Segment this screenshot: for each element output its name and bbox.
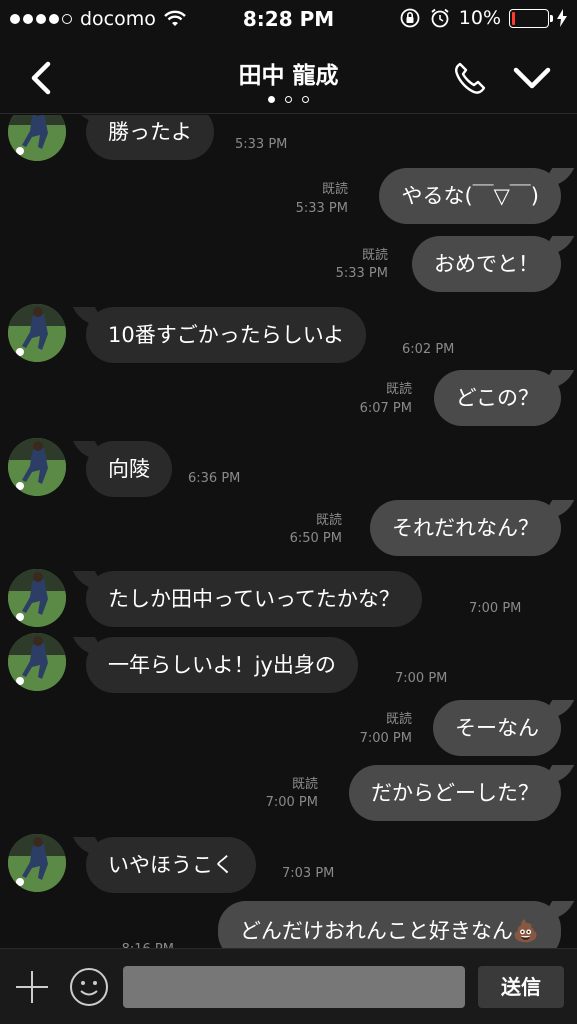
charging-bolt-icon xyxy=(557,9,567,27)
message-time: 7:03 PM xyxy=(282,866,335,881)
message-bubble[interactable]: だからどーした？ xyxy=(349,765,561,821)
message-bubble[interactable]: たしか田中っていってたかな？ xyxy=(86,571,422,627)
contact-name[interactable]: 田中 龍成 xyxy=(0,56,577,90)
read-receipt: 既読 xyxy=(315,513,342,528)
message-time: 6:50 PM xyxy=(289,531,342,546)
read-receipt: 既読 xyxy=(361,248,388,263)
read-receipt: 既読 xyxy=(385,382,412,397)
phone-icon[interactable] xyxy=(450,58,490,98)
message-bubble[interactable]: 一年らしいよ！jy出身の xyxy=(86,637,358,693)
send-button[interactable]: 送信 xyxy=(478,966,564,1008)
avatar[interactable] xyxy=(8,834,66,892)
page-dot xyxy=(268,96,275,103)
message-input[interactable] xyxy=(123,966,465,1008)
read-receipt: 既読 xyxy=(291,777,318,792)
message-bubble[interactable]: 勝ったよ xyxy=(86,115,214,160)
orientation-lock-icon xyxy=(400,8,420,28)
message-time: 5:33 PM xyxy=(335,266,388,281)
message-bubble[interactable]: それだれなん？ xyxy=(370,500,561,556)
page-indicator xyxy=(0,96,577,103)
plus-icon[interactable] xyxy=(14,969,50,1005)
message-bubble[interactable]: やるな(￣▽￣) xyxy=(379,168,561,224)
message-list[interactable]: 勝ったよ 5:33 PM やるな(￣▽￣) 既読 5:33 PM おめでと！ 既… xyxy=(0,115,577,948)
message-bubble[interactable]: おめでと！ xyxy=(412,236,561,292)
battery-fill xyxy=(512,11,515,25)
read-receipt: 既読 xyxy=(321,182,348,197)
message-time: 8:16 PM xyxy=(106,940,174,948)
message-time: 6:07 PM xyxy=(359,401,412,416)
page-dot xyxy=(285,96,292,103)
alarm-icon xyxy=(431,8,449,28)
battery-icon xyxy=(509,8,553,28)
emoji-icon[interactable] xyxy=(69,967,109,1007)
avatar[interactable] xyxy=(8,304,66,362)
message-time: 5:33 PM xyxy=(295,201,348,216)
message-time: 7:00 PM xyxy=(395,671,448,686)
avatar[interactable] xyxy=(8,633,66,691)
message-bubble[interactable]: どこの？ xyxy=(433,370,561,426)
message-bubble[interactable]: いやほうこく xyxy=(86,837,256,893)
avatar[interactable] xyxy=(8,438,66,496)
message-time: 6:02 PM xyxy=(402,342,455,357)
status-bar: docomo 8:28 PM 10% xyxy=(0,0,577,38)
chevron-down-icon[interactable] xyxy=(512,60,552,96)
message-bubble[interactable]: 10番すごかったらしいよ xyxy=(86,307,367,363)
message-time: 5:33 PM xyxy=(235,137,288,152)
status-right: 10% xyxy=(399,7,567,29)
message-time: 7:00 PM xyxy=(359,731,412,746)
chat-header: 田中 龍成 xyxy=(0,38,577,114)
page-dot xyxy=(302,96,309,103)
read-receipt: 既読 xyxy=(385,712,412,727)
input-bar: 送信 xyxy=(0,948,577,1024)
message-time: 6:36 PM xyxy=(188,471,241,486)
message-time: 7:00 PM xyxy=(265,795,318,810)
message-bubble[interactable]: そーなん xyxy=(433,700,561,756)
message-bubble[interactable]: どんだけおれんこと好きなん💩 xyxy=(217,901,561,948)
message-bubble[interactable]: 向陵 xyxy=(86,441,172,497)
message-time: 7:00 PM xyxy=(469,601,522,616)
battery-percent: 10% xyxy=(458,7,501,29)
avatar[interactable] xyxy=(8,569,66,627)
avatar[interactable] xyxy=(8,115,66,161)
